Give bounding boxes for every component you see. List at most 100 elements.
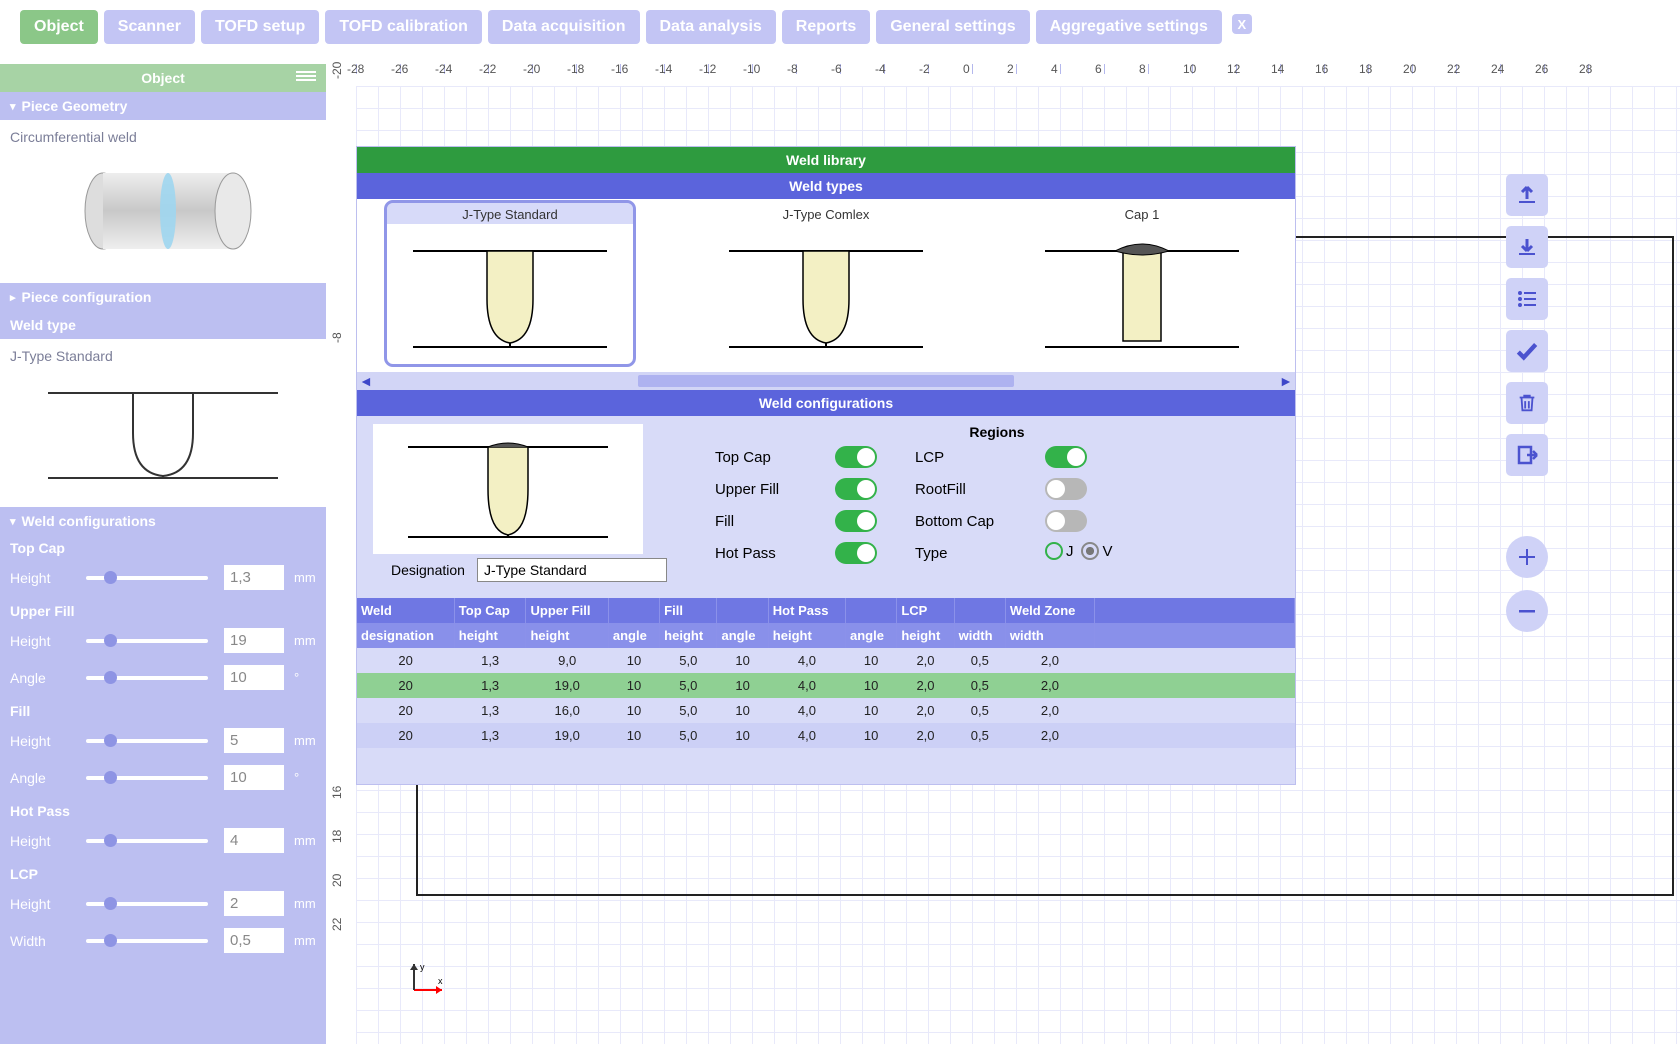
- param-input[interactable]: [224, 928, 284, 953]
- table-cell: 10: [846, 698, 897, 723]
- remove-row-button[interactable]: [1506, 590, 1548, 632]
- table-header: Hot Pass: [768, 598, 845, 623]
- confirm-button[interactable]: [1506, 330, 1548, 372]
- add-row-button[interactable]: [1506, 536, 1548, 578]
- param-slider[interactable]: [86, 776, 208, 780]
- param-slider[interactable]: [86, 902, 208, 906]
- tab-reports[interactable]: Reports: [782, 10, 870, 44]
- tab-scanner[interactable]: Scanner: [104, 10, 195, 44]
- param-slider[interactable]: [86, 939, 208, 943]
- table-cell: 4,0: [768, 698, 845, 723]
- region-toggle[interactable]: [1045, 478, 1087, 500]
- collapse-icon: ▾: [10, 515, 16, 528]
- param-slider[interactable]: [86, 739, 208, 743]
- pipe-diagram: [8, 151, 318, 271]
- table-cell: 5,0: [660, 648, 717, 673]
- weld-type-card[interactable]: J-Type Standard: [387, 203, 633, 364]
- tab-data-acquisition[interactable]: Data acquisition: [488, 10, 640, 44]
- region-toggle[interactable]: [835, 510, 877, 532]
- group-title: Hot Pass: [0, 798, 326, 824]
- axis-origin-icon: xy: [408, 962, 448, 1002]
- param-slider[interactable]: [86, 576, 208, 580]
- piece-geometry-panel: Circumferential weld: [0, 120, 326, 283]
- table-subheader: angle: [608, 623, 659, 648]
- region-toggle[interactable]: [1045, 446, 1087, 468]
- param-label: Height: [10, 570, 70, 586]
- group-title: Top Cap: [0, 535, 326, 561]
- region-toggle[interactable]: [835, 478, 877, 500]
- param-slider[interactable]: [86, 676, 208, 680]
- library-title: Weld library: [357, 147, 1295, 173]
- vertical-ruler: -20-816182022: [326, 86, 356, 1044]
- tab-tofd-calibration[interactable]: TOFD calibration: [325, 10, 482, 44]
- list-button[interactable]: [1506, 278, 1548, 320]
- tab-close-button[interactable]: X: [1232, 14, 1252, 34]
- param-slider[interactable]: [86, 839, 208, 843]
- param-input[interactable]: [224, 728, 284, 753]
- table-cell: 0,5: [954, 723, 1005, 748]
- tab-data-analysis[interactable]: Data analysis: [646, 10, 776, 44]
- tab-general-settings[interactable]: General settings: [876, 10, 1029, 44]
- weld-type-name: J-Type Comlex: [703, 203, 949, 224]
- section-weld-configurations[interactable]: ▾ Weld configurations: [0, 507, 326, 535]
- section-weld-type[interactable]: Weld type: [0, 311, 326, 339]
- table-cell: 20: [357, 673, 454, 698]
- table-row[interactable]: 201,316,0105,0104,0102,00,52,0: [357, 698, 1295, 723]
- param-input[interactable]: [224, 765, 284, 790]
- scroll-left-icon[interactable]: ◄: [359, 373, 373, 387]
- scroll-right-icon[interactable]: ►: [1279, 373, 1293, 387]
- hamburger-icon[interactable]: [296, 71, 316, 81]
- table-cell: 2,0: [897, 648, 954, 673]
- param-label: Width: [10, 933, 70, 949]
- section-piece-geometry[interactable]: ▾ Piece Geometry: [0, 92, 326, 120]
- region-toggle[interactable]: [1045, 510, 1087, 532]
- param-input[interactable]: [224, 565, 284, 590]
- table-header: [608, 598, 659, 623]
- param-row: Heightmm: [0, 724, 326, 761]
- param-input[interactable]: [224, 828, 284, 853]
- table-row[interactable]: 201,319,0105,0104,0102,00,52,0: [357, 673, 1295, 698]
- section-piece-configuration[interactable]: ▸ Piece configuration: [0, 283, 326, 311]
- param-input[interactable]: [224, 665, 284, 690]
- tab-aggregative-settings[interactable]: Aggregative settings: [1036, 10, 1222, 44]
- section-label: Piece Geometry: [22, 98, 128, 114]
- weld-type-card[interactable]: Cap 1: [1019, 203, 1265, 364]
- table-header: Weld Zone: [1005, 598, 1094, 623]
- types-scrollbar[interactable]: ◄ ►: [357, 372, 1295, 390]
- table-row[interactable]: 201,39,0105,0104,0102,00,52,0: [357, 648, 1295, 673]
- table-cell: 9,0: [526, 648, 608, 673]
- delete-button[interactable]: [1506, 382, 1548, 424]
- upload-button[interactable]: [1506, 174, 1548, 216]
- region-toggle[interactable]: [835, 446, 877, 468]
- weld-type-name: J-Type Standard: [387, 203, 633, 224]
- group-title: LCP: [0, 861, 326, 887]
- table-cell: 1,3: [454, 723, 526, 748]
- table-cell: 1,3: [454, 698, 526, 723]
- table-header: LCP: [897, 598, 954, 623]
- weld-types-title: Weld types: [357, 173, 1295, 199]
- scroll-thumb[interactable]: [638, 375, 1013, 387]
- table-cell: 10: [608, 698, 659, 723]
- export-button[interactable]: [1506, 434, 1548, 476]
- type-radio-j[interactable]: J: [1045, 542, 1074, 560]
- tab-tofd-setup[interactable]: TOFD setup: [201, 10, 319, 44]
- designation-input[interactable]: [477, 558, 667, 582]
- tab-object[interactable]: Object: [20, 10, 98, 44]
- table-row[interactable]: 201,319,0105,0104,0102,00,52,0: [357, 723, 1295, 748]
- table-cell: 20: [357, 648, 454, 673]
- param-input[interactable]: [224, 628, 284, 653]
- table-header: [954, 598, 1005, 623]
- table-cell: 19,0: [526, 673, 608, 698]
- download-button[interactable]: [1506, 226, 1548, 268]
- weld-type-card[interactable]: J-Type Comlex: [703, 203, 949, 364]
- param-slider[interactable]: [86, 639, 208, 643]
- weld-type-value: J-Type Standard: [8, 345, 318, 370]
- type-radio-v[interactable]: V: [1081, 542, 1112, 560]
- param-input[interactable]: [224, 891, 284, 916]
- table-subheader: angle: [846, 623, 897, 648]
- table-cell: 20: [357, 723, 454, 748]
- configurations-table: WeldTop CapUpper FillFillHot PassLCPWeld…: [357, 598, 1295, 748]
- region-toggle[interactable]: [835, 542, 877, 564]
- table-subheader: height: [768, 623, 845, 648]
- weld-diagram: [8, 370, 318, 495]
